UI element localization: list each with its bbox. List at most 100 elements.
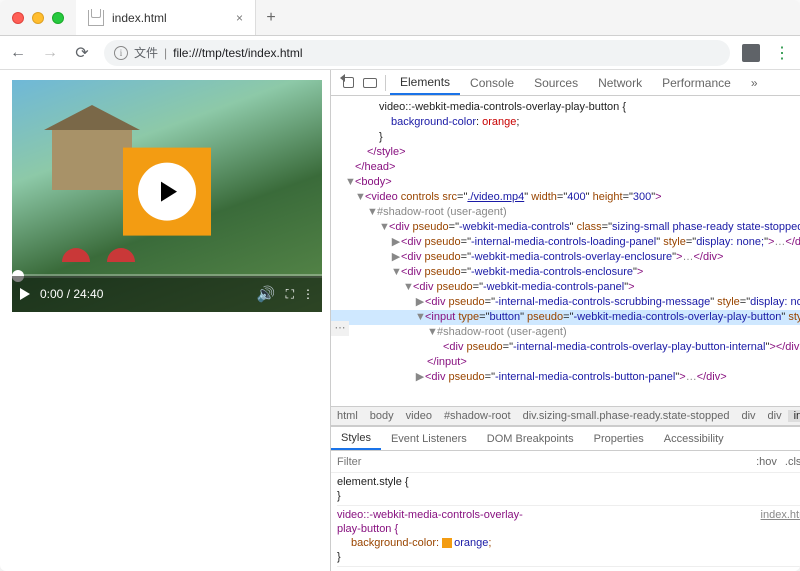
- source-link[interactable]: index.html:9: [761, 508, 800, 522]
- shadow-root: #shadow-root (user-agent): [377, 206, 507, 218]
- tab-dom-breakpoints[interactable]: DOM Breakpoints: [477, 427, 584, 450]
- crumb-input[interactable]: input: [788, 410, 800, 422]
- tab-console[interactable]: Console: [460, 70, 524, 95]
- new-tab-button[interactable]: +: [256, 0, 286, 35]
- dom-tree[interactable]: video::-webkit-media-controls-overlay-pl…: [331, 96, 800, 406]
- css-selector: video::-webkit-media-controls-overlay-pl…: [379, 101, 626, 113]
- breadcrumb: html body video #shadow-root div.sizing-…: [331, 406, 800, 426]
- crumb-video[interactable]: video: [400, 410, 438, 422]
- css-prop[interactable]: background-color: [351, 537, 436, 549]
- tree-toggle-icon[interactable]: ▼: [345, 175, 355, 190]
- tree-toggle-icon[interactable]: ▶: [415, 295, 425, 310]
- video-src-link[interactable]: ./video.mp4: [467, 191, 524, 203]
- maximize-window-icon[interactable]: [52, 12, 64, 24]
- inspect-element-icon[interactable]: [337, 72, 359, 94]
- toolbar: ← → ⟳ i 文件 | file:///tmp/test/index.html…: [0, 36, 800, 70]
- scene-umbrella: [62, 248, 90, 262]
- back-button[interactable]: ←: [8, 44, 28, 62]
- forward-button[interactable]: →: [40, 44, 60, 62]
- tree-toggle-icon[interactable]: ▼: [427, 325, 437, 340]
- tab-accessibility[interactable]: Accessibility: [654, 427, 734, 450]
- scene-umbrella: [107, 248, 135, 262]
- tabs-overflow-icon[interactable]: »: [741, 70, 768, 95]
- crumb-html[interactable]: html: [331, 410, 364, 422]
- tree-toggle-icon[interactable]: ▼: [367, 205, 377, 220]
- devtools-tabs: Elements Console Sources Network Perform…: [390, 70, 768, 95]
- tab-elements[interactable]: Elements: [390, 70, 460, 95]
- play-icon[interactable]: [20, 288, 30, 300]
- styles-pane: Styles Event Listeners DOM Breakpoints P…: [331, 426, 800, 571]
- tab-close-icon[interactable]: ×: [236, 11, 243, 25]
- tab-event-listeners[interactable]: Event Listeners: [381, 427, 477, 450]
- device-toolbar-icon[interactable]: [359, 72, 381, 94]
- close-tag: </style>: [367, 146, 406, 158]
- minimize-window-icon[interactable]: [32, 12, 44, 24]
- overlay-play-button[interactable]: [123, 148, 211, 236]
- crumb-div[interactable]: div: [762, 410, 788, 422]
- css-prop: background-color: [391, 116, 476, 128]
- rule-selector: video::-webkit-media-controls-overlay-pl…: [337, 508, 537, 536]
- css-value: orange: [482, 116, 516, 128]
- address-url: file:///tmp/test/index.html: [173, 46, 302, 60]
- brace: }: [337, 551, 341, 563]
- tree-toggle-icon[interactable]: ▼: [415, 310, 425, 325]
- tab-title: index.html: [112, 11, 167, 25]
- profile-icon[interactable]: [742, 44, 760, 62]
- css-rules[interactable]: element.style { } index.html:9 video::-w…: [331, 473, 800, 571]
- body-tag: <body>: [355, 176, 392, 188]
- tab-styles[interactable]: Styles: [331, 427, 381, 450]
- css-value[interactable]: orange: [454, 537, 488, 549]
- styles-filter-input[interactable]: [337, 456, 752, 468]
- brace: }: [379, 131, 383, 143]
- scene-house: [52, 130, 132, 190]
- file-icon: [88, 10, 104, 26]
- brace: }: [337, 490, 341, 502]
- tab-performance[interactable]: Performance: [652, 70, 741, 95]
- tab-strip: index.html × +: [76, 0, 286, 35]
- crumb-shadow[interactable]: #shadow-root: [438, 410, 517, 422]
- tree-toggle-icon[interactable]: ▶: [415, 370, 425, 385]
- gutter-ellipsis-icon: ⋯: [331, 321, 349, 336]
- chrome-menu-icon[interactable]: ⋮: [772, 43, 792, 63]
- tab-sources[interactable]: Sources: [524, 70, 588, 95]
- tree-toggle-icon[interactable]: ▼: [403, 280, 413, 295]
- color-swatch-icon[interactable]: [442, 538, 452, 548]
- window-controls: [0, 12, 76, 24]
- styles-tabs: Styles Event Listeners DOM Breakpoints P…: [331, 427, 800, 451]
- address-label: 文件: [134, 44, 158, 61]
- tree-toggle-icon[interactable]: ▶: [391, 235, 401, 250]
- tree-toggle-icon[interactable]: ▶: [391, 250, 401, 265]
- volume-icon[interactable]: 🔊: [257, 285, 276, 303]
- close-window-icon[interactable]: [12, 12, 24, 24]
- hov-toggle[interactable]: :hov: [752, 456, 781, 468]
- video-menu-icon[interactable]: ⋮: [302, 287, 314, 301]
- selected-node[interactable]: ▼<input type="button" pseudo="-webkit-me…: [331, 310, 800, 325]
- reload-button[interactable]: ⟳: [72, 43, 92, 63]
- shadow-root: #shadow-root (user-agent): [437, 326, 567, 338]
- styles-panel: Styles Event Listeners DOM Breakpoints P…: [331, 427, 800, 571]
- crumb-div[interactable]: div.sizing-small.phase-ready.state-stopp…: [517, 410, 736, 422]
- tab-active[interactable]: index.html ×: [76, 0, 256, 35]
- play-icon: [161, 182, 177, 202]
- tree-toggle-icon[interactable]: ▼: [355, 190, 365, 205]
- page-content: 0:00 / 24:40 🔊 ⛶ ⋮: [0, 70, 330, 571]
- site-info-icon[interactable]: i: [114, 46, 128, 60]
- close-tag: </head>: [355, 161, 395, 173]
- titlebar: index.html × +: [0, 0, 800, 36]
- tab-properties[interactable]: Properties: [584, 427, 654, 450]
- tab-network[interactable]: Network: [588, 70, 652, 95]
- address-bar[interactable]: i 文件 | file:///tmp/test/index.html: [104, 40, 730, 66]
- video-time: 0:00 / 24:40: [40, 287, 103, 301]
- crumb-div[interactable]: div: [735, 410, 761, 422]
- styles-filter-bar: :hov .cls +: [331, 451, 800, 473]
- fullscreen-icon[interactable]: ⛶: [286, 287, 292, 302]
- close-tag: </input>: [427, 356, 467, 368]
- cls-toggle[interactable]: .cls: [781, 456, 800, 468]
- crumb-body[interactable]: body: [364, 410, 400, 422]
- video-controls: 0:00 / 24:40 🔊 ⛶ ⋮: [12, 276, 322, 312]
- tree-toggle-icon[interactable]: ▼: [391, 265, 401, 280]
- devtools-toolbar: Elements Console Sources Network Perform…: [331, 70, 800, 96]
- browser-window: index.html × + ← → ⟳ i 文件 | file:///tmp/…: [0, 0, 800, 571]
- tree-toggle-icon[interactable]: ▼: [379, 220, 389, 235]
- video-player[interactable]: 0:00 / 24:40 🔊 ⛶ ⋮: [12, 80, 322, 312]
